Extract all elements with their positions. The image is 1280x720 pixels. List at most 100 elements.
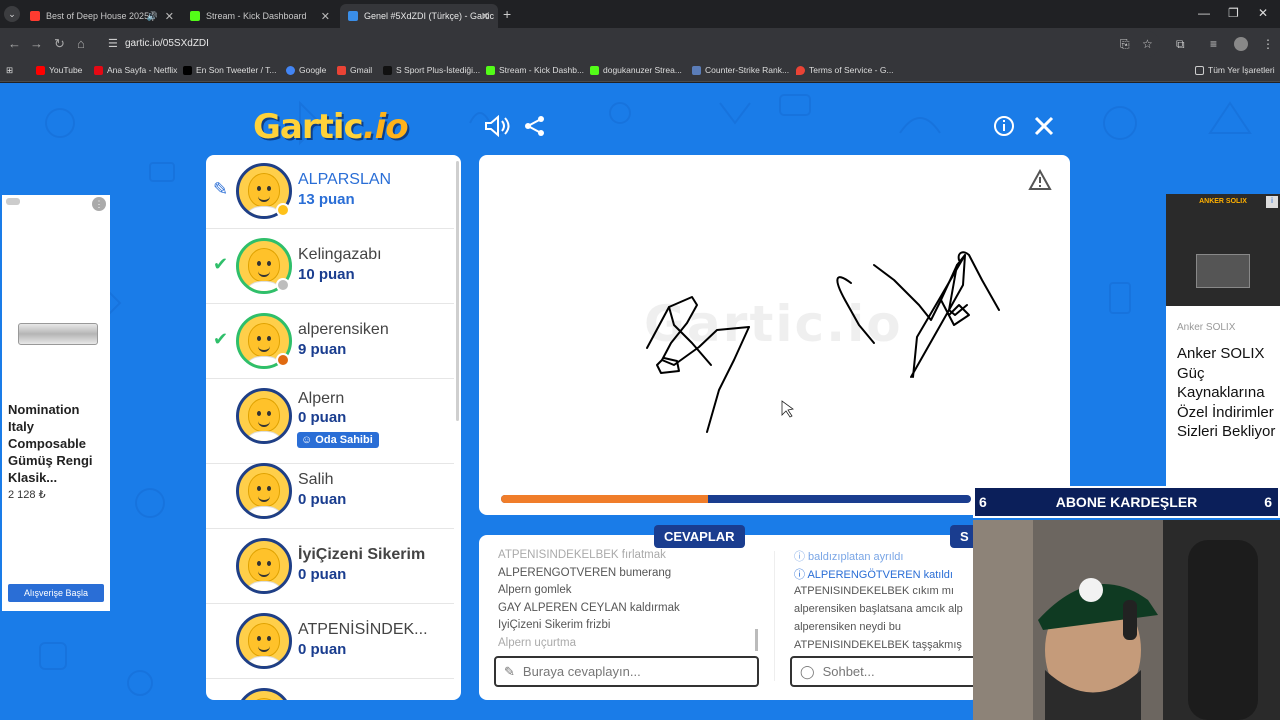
player-score: 0 puan — [298, 641, 347, 658]
avatar — [236, 613, 292, 669]
status-dot — [276, 203, 290, 217]
menu-icon[interactable]: ⋮ — [1262, 37, 1274, 51]
ad-choices-icon[interactable]: i — [1266, 196, 1278, 208]
bookmark-gmail[interactable]: Gmail — [337, 65, 372, 75]
forward-icon[interactable]: → — [30, 36, 43, 51]
answer-line: Alpern uçurtma — [498, 636, 576, 649]
right-advertisement[interactable]: ANKER SOLIX i Anker SOLIX Anker SOLIX Gü… — [1166, 194, 1280, 494]
crown-icon: ☺ — [301, 434, 316, 446]
player-row[interactable] — [206, 680, 454, 700]
pencil-icon: ✎ — [213, 179, 229, 199]
ad-options-icon[interactable]: ⋮ — [92, 197, 106, 211]
answer-input[interactable]: ✎ Buraya cevaplayın... — [494, 656, 759, 687]
close-icon[interactable]: ✕ — [481, 10, 490, 23]
bracelet-image — [18, 323, 98, 345]
extensions-icon[interactable]: ⧉ — [1176, 37, 1185, 52]
minimize-icon[interactable]: — — [1198, 6, 1210, 20]
maximize-icon[interactable]: ❐ — [1228, 6, 1239, 20]
share-icon[interactable] — [524, 115, 546, 142]
kick-icon — [190, 11, 200, 21]
bookmark-counter-strike[interactable]: Counter-Strike Rank... — [692, 65, 789, 75]
player-row[interactable]: ✎ ALPARSLAN 13 puan — [206, 155, 454, 229]
tab-search-button[interactable]: ⌄ — [4, 6, 20, 22]
chat-line: ⓘ baldızıplatan ayrıldı — [794, 551, 904, 563]
all-bookmarks[interactable]: Tüm Yer İşaretleri — [1195, 65, 1275, 75]
player-row[interactable]: İyiÇizeni Sikerim 0 puan — [206, 530, 454, 604]
bookmark-netflix[interactable]: Ana Sayfa - Netflix — [94, 65, 177, 75]
player-name: ALPARSLAN — [298, 171, 392, 188]
bookmark-label: Google — [299, 65, 327, 75]
media-icon[interactable]: ≡ — [1210, 37, 1217, 51]
tab-youtube[interactable]: Best of Deep House 2025 | 🔊 ✕ — [22, 4, 182, 28]
tab-gartic[interactable]: Genel #5XdZDI (Türkçe) - Gartic ✕ — [340, 4, 498, 28]
close-icon[interactable] — [1033, 115, 1055, 142]
player-score: 0 puan — [298, 409, 347, 426]
shop-button[interactable]: Alışverişe Başla — [8, 584, 104, 602]
answer-line: GAY ALPEREN CEYLAN kaldırmak — [498, 601, 680, 614]
chat-input[interactable]: ◯ Sohbet... — [790, 656, 979, 687]
counter-strike-icon — [692, 65, 701, 75]
answer-placeholder: Buraya cevaplayın... — [522, 664, 641, 679]
tab-title: Best of Deep House 2025 | — [46, 11, 154, 21]
info-icon[interactable] — [993, 115, 1015, 142]
youtube-icon — [30, 11, 40, 21]
url-text[interactable]: gartic.io/05SXdZDI — [125, 38, 209, 49]
status-dot — [276, 353, 290, 367]
bookmark-terms[interactable]: Terms of Service - G... — [796, 65, 894, 75]
ad-text[interactable]: Anker SOLIX Güç Kaynaklarına Özel İndiri… — [1177, 344, 1277, 442]
close-window-icon[interactable]: ✕ — [1258, 6, 1268, 20]
left-advertisement[interactable]: ⋮ Nomination Italy Composable Gümüş Reng… — [2, 195, 110, 611]
power-station-image — [1196, 254, 1250, 288]
player-row[interactable]: ATPENİSİNDEK... 0 puan — [206, 605, 454, 679]
tab-kick-dashboard[interactable]: Stream - Kick Dashboard ✕ — [182, 4, 338, 28]
gartic-logo[interactable]: Gartic.io — [253, 107, 409, 147]
bookmark-label: Gmail — [350, 65, 373, 75]
install-icon[interactable]: ⎘ — [1120, 37, 1130, 52]
ad-price: 2 128 ₺ — [8, 489, 46, 501]
bookmark-kick-dashboard[interactable]: Stream - Kick Dashb... — [486, 65, 584, 75]
player-name: Kelingazabı — [298, 246, 382, 263]
star-icon[interactable]: ☆ — [1142, 37, 1153, 51]
ssport-icon — [383, 65, 392, 75]
gmail-icon — [337, 65, 346, 75]
browser-tabbar: ⌄ Best of Deep House 2025 | 🔊 ✕ Stream -… — [0, 0, 1280, 28]
close-icon[interactable]: ✕ — [165, 10, 174, 23]
pencil-icon: ✎ — [504, 663, 515, 679]
player-row[interactable]: Alpern 0 puan ☺ Oda Sahibi — [206, 380, 454, 464]
logo-text: Gartic — [253, 107, 364, 147]
ad-image-headline: ANKER SOLIX — [1199, 198, 1247, 205]
answers-scrollbar[interactable] — [755, 629, 758, 651]
logo-suffix: .io — [362, 107, 409, 147]
badge-label: Oda Sahibi — [315, 434, 373, 446]
player-row[interactable]: ✔ Kelingazabı 10 puan — [206, 230, 454, 304]
bookmark-ssport[interactable]: S Sport Plus-İstediği... — [383, 65, 480, 75]
ad-product-title[interactable]: Nomination Italy Composable Gümüş Rengi … — [8, 401, 106, 486]
answer-line: ALPERENGÖTVEREN bumerang — [498, 566, 672, 579]
drawing-canvas[interactable]: Gartic.io — [479, 155, 1070, 515]
bookmark-kick-stream[interactable]: dogukanuzer Strea... — [590, 65, 682, 75]
reload-icon[interactable]: ↻ — [54, 36, 65, 52]
bookmark-twitter[interactable]: En Son Tweetler / T... — [183, 65, 276, 75]
site-info-icon[interactable]: ☰ — [108, 37, 118, 50]
kick-icon — [590, 65, 599, 75]
ad-label-icon — [6, 198, 20, 205]
x-icon — [183, 65, 192, 75]
apps-icon[interactable]: ⊞ — [6, 65, 13, 76]
back-icon[interactable]: ← — [8, 36, 21, 51]
new-tab-button[interactable]: + — [503, 6, 511, 22]
sound-icon[interactable] — [484, 114, 510, 142]
address-bar[interactable] — [100, 31, 1160, 57]
gartic-icon — [348, 11, 358, 21]
home-icon[interactable]: ⌂ — [77, 36, 85, 51]
profile-avatar[interactable] — [1234, 37, 1248, 51]
bookmark-youtube[interactable]: YouTube — [36, 65, 82, 75]
player-row[interactable]: ✔ alperensiken 9 puan — [206, 305, 454, 379]
player-row[interactable]: Salih 0 puan — [206, 455, 454, 529]
panel-divider — [774, 551, 775, 681]
bookmark-label: S Sport Plus-İstediği... — [396, 65, 481, 75]
check-icon: ✔ — [213, 329, 229, 349]
close-icon[interactable]: ✕ — [321, 10, 330, 23]
bookmark-google[interactable]: Google — [286, 65, 326, 75]
players-panel: ✎ ALPARSLAN 13 puan ✔ Kelingazabı 10 pua… — [206, 155, 461, 700]
players-scrollbar[interactable] — [456, 161, 459, 421]
